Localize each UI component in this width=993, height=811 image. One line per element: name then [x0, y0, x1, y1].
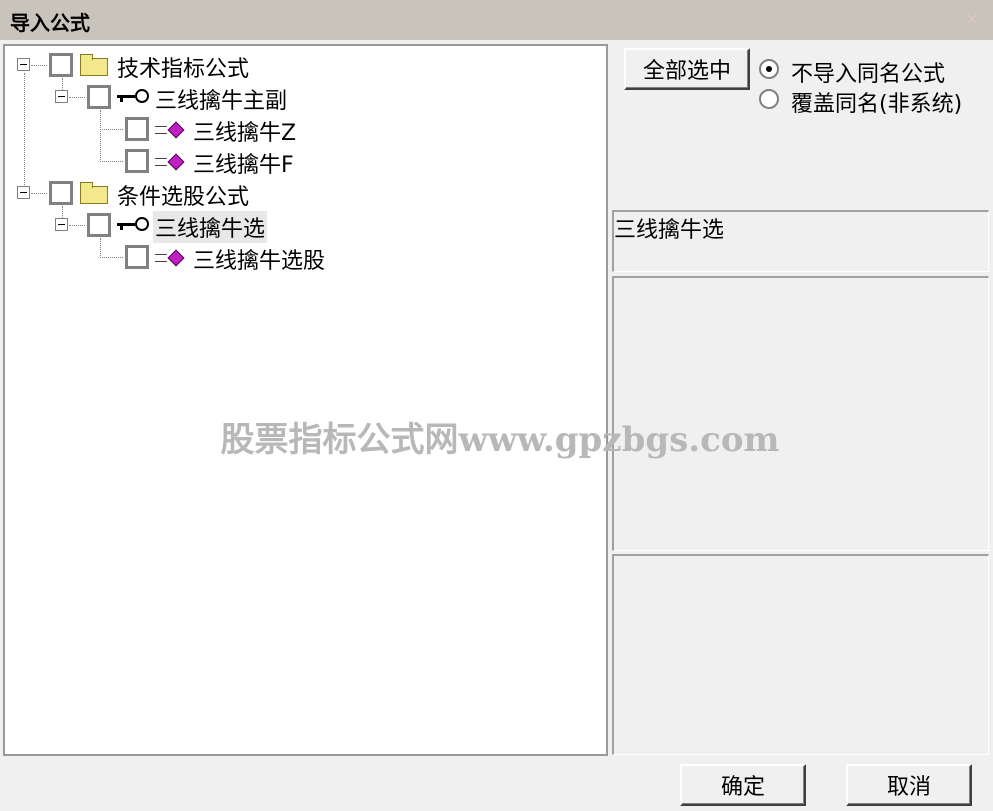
- collapse-icon[interactable]: [17, 58, 30, 71]
- close-icon[interactable]: ×: [966, 9, 979, 28]
- tree-node-formula-set[interactable]: 三线擒牛选: [5, 210, 325, 243]
- group-checkbox[interactable]: [49, 181, 73, 205]
- tree-item-label: 三线擒牛Z: [193, 121, 297, 146]
- radio-no-import-label[interactable]: 不导入同名公式: [791, 56, 945, 88]
- item-checkbox[interactable]: [125, 149, 149, 173]
- tree-item-label: 三线擒牛选股: [193, 249, 326, 274]
- formula-name-display: 三线擒牛选: [612, 210, 989, 272]
- folder-icon: [80, 54, 108, 76]
- select-all-button[interactable]: 全部选中: [624, 48, 750, 90]
- formula-content-box[interactable]: [612, 554, 989, 755]
- tree-node-label: 三线擒牛主副: [155, 89, 288, 114]
- tree-group-stock-screening[interactable]: 条件选股公式: [5, 178, 305, 210]
- formula-tree[interactable]: 技术指标公式 三线擒牛主副 三线擒牛Z 三线擒牛F 条件选股公式 三线擒牛选 三…: [3, 44, 608, 756]
- formula-name-text: 三线擒牛选: [614, 218, 725, 243]
- collapse-icon[interactable]: [55, 90, 68, 103]
- radio-overwrite-label[interactable]: 覆盖同名(非系统): [791, 86, 962, 118]
- node-checkbox[interactable]: [87, 85, 111, 109]
- tree-item-formula[interactable]: 三线擒牛Z: [5, 114, 325, 146]
- formula-icon: [155, 120, 185, 140]
- radio-no-import[interactable]: [759, 59, 779, 79]
- cancel-button[interactable]: 取消: [846, 764, 972, 806]
- ok-button[interactable]: 确定: [680, 764, 806, 806]
- tree-item-formula[interactable]: 三线擒牛F: [5, 146, 325, 178]
- tree-group-tech-indicators[interactable]: 技术指标公式: [5, 50, 305, 82]
- item-checkbox[interactable]: [125, 245, 149, 269]
- title-bar: 导入公式 ×: [0, 0, 993, 40]
- tree-node-label-selected: 三线擒牛选: [153, 211, 268, 243]
- window-title: 导入公式: [10, 11, 90, 35]
- formula-description-box[interactable]: [612, 276, 989, 551]
- key-icon: [117, 216, 151, 232]
- group-checkbox[interactable]: [49, 53, 73, 77]
- tree-node-formula-set[interactable]: 三线擒牛主副: [5, 82, 325, 114]
- item-checkbox[interactable]: [125, 117, 149, 141]
- folder-icon: [80, 182, 108, 204]
- tree-group-label: 条件选股公式: [117, 185, 250, 210]
- collapse-icon[interactable]: [55, 218, 68, 231]
- radio-overwrite[interactable]: [759, 89, 779, 109]
- tree-group-label: 技术指标公式: [117, 57, 250, 82]
- tree-item-formula[interactable]: 三线擒牛选股: [5, 242, 345, 274]
- formula-icon: [155, 152, 185, 172]
- key-icon: [117, 88, 151, 104]
- formula-icon: [155, 248, 185, 268]
- node-checkbox[interactable]: [87, 213, 111, 237]
- collapse-icon[interactable]: [17, 186, 30, 199]
- tree-item-label: 三线擒牛F: [193, 153, 294, 178]
